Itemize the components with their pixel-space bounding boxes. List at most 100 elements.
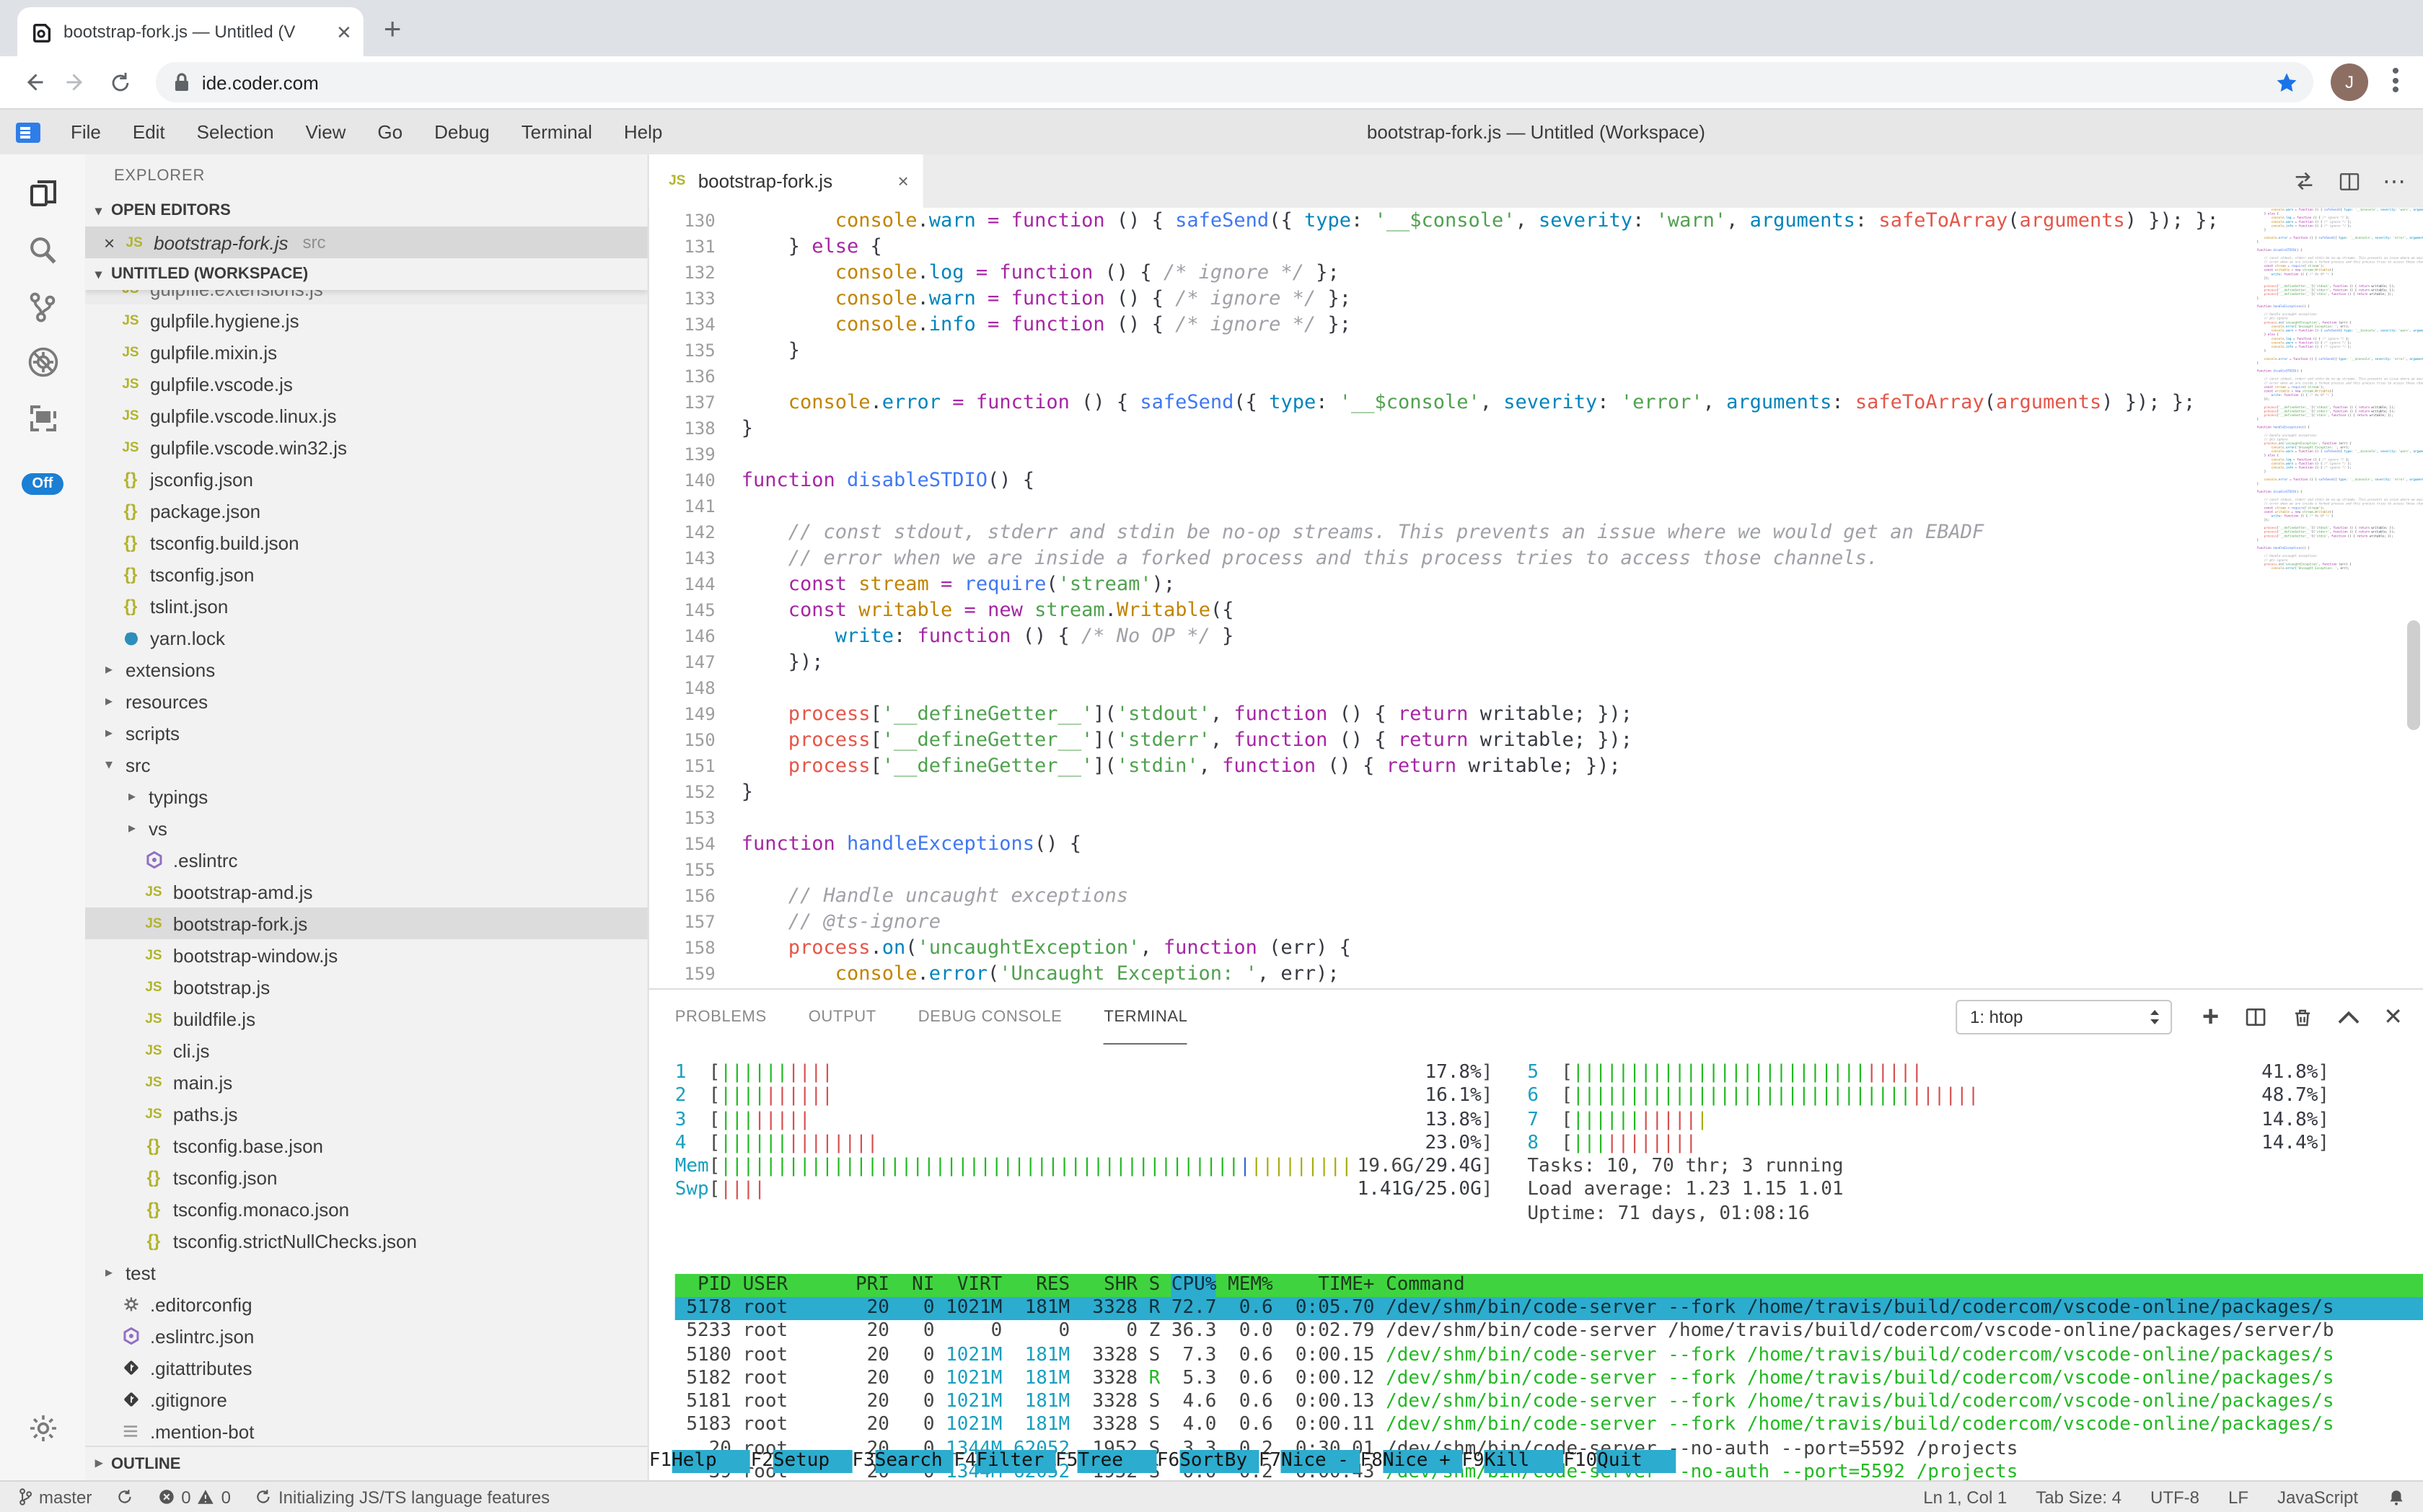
debug-disabled-icon[interactable]: [21, 340, 64, 384]
tree-item-src[interactable]: ▾src: [85, 749, 648, 781]
menu-view[interactable]: View: [290, 121, 362, 143]
tree-item-test[interactable]: ▸test: [85, 1257, 648, 1288]
more-actions-icon[interactable]: ⋯: [2383, 167, 2406, 195]
tree-item-tsconfig.base.json[interactable]: {}tsconfig.base.json: [85, 1130, 648, 1161]
tree-item-yarn.lock[interactable]: yarn.lock: [85, 622, 648, 654]
tree-item-gulpfile.vscode.linux.js[interactable]: JSgulpfile.vscode.linux.js: [85, 400, 648, 431]
settings-gear-icon[interactable]: [21, 1407, 64, 1450]
menu-go[interactable]: Go: [361, 121, 418, 143]
menu-debug[interactable]: Debug: [418, 121, 506, 143]
tree-item-jsconfig.json[interactable]: {}jsconfig.json: [85, 463, 648, 495]
menu-help[interactable]: Help: [608, 121, 678, 143]
back-button[interactable]: [14, 63, 52, 101]
sync-status[interactable]: [115, 1487, 133, 1506]
panel-tab-problems[interactable]: PROBLEMS: [675, 990, 767, 1045]
eol-sequence[interactable]: LF: [2228, 1487, 2248, 1507]
tree-item-.mention-bot[interactable]: .mention-bot: [85, 1415, 648, 1447]
panel-tab-debug-console[interactable]: DEBUG CONSOLE: [918, 990, 1063, 1045]
open-editor-item[interactable]: × JS bootstrap-fork.js src: [85, 227, 648, 258]
tree-item-paths.js[interactable]: JSpaths.js: [85, 1098, 648, 1130]
tab-close-icon[interactable]: ✕: [336, 22, 352, 41]
tree-item-vs[interactable]: ▸vs: [85, 812, 648, 844]
editor-tab[interactable]: JS bootstrap-fork.js ×: [649, 154, 923, 208]
tree-item-typings[interactable]: ▸typings: [85, 781, 648, 812]
new-terminal-icon[interactable]: +: [2202, 1003, 2219, 1032]
tree-item-.eslintrc.json[interactable]: .eslintrc.json: [85, 1320, 648, 1352]
encoding[interactable]: UTF-8: [2150, 1487, 2199, 1507]
explorer-icon[interactable]: [21, 172, 64, 215]
panel-tab-terminal[interactable]: TERMINAL: [1104, 990, 1187, 1045]
panel-header: PROBLEMS OUTPUT DEBUG CONSOLE TERMINAL 1: h…: [649, 990, 2423, 1045]
tree-item-.eslintrc[interactable]: .eslintrc: [85, 844, 648, 876]
tree-item-tsconfig.json[interactable]: {}tsconfig.json: [85, 1161, 648, 1193]
tree-item-tsconfig.build.json[interactable]: {}tsconfig.build.json: [85, 527, 648, 558]
forward-button[interactable]: [58, 63, 95, 101]
menu-terminal[interactable]: Terminal: [506, 121, 608, 143]
editor-tab-close-icon[interactable]: ×: [897, 170, 908, 192]
workspace-section[interactable]: ▾ UNTITLED (WORKSPACE): [85, 258, 648, 290]
avatar[interactable]: J: [2331, 63, 2368, 101]
menu-selection[interactable]: Selection: [181, 121, 290, 143]
tree-item-gulpfile.vscode.js[interactable]: JSgulpfile.vscode.js: [85, 368, 648, 400]
tree-item-bootstrap-amd.js[interactable]: JSbootstrap-amd.js: [85, 876, 648, 907]
language-status-message[interactable]: Initializing JS/TS language features: [254, 1487, 550, 1507]
js-file-icon: JS: [143, 1074, 164, 1090]
close-panel-icon[interactable]: ✕: [2383, 1003, 2403, 1032]
menu-edit[interactable]: Edit: [117, 121, 181, 143]
tree-item-bootstrap.js[interactable]: JSbootstrap.js: [85, 971, 648, 1003]
tree-item-.gitignore[interactable]: .gitignore: [85, 1384, 648, 1415]
kill-terminal-icon[interactable]: [2291, 1005, 2313, 1029]
split-terminal-icon[interactable]: [2243, 1006, 2266, 1029]
compare-changes-icon[interactable]: [2292, 169, 2316, 193]
tree-item-scripts[interactable]: ▸scripts: [85, 717, 648, 749]
preview-layout-icon[interactable]: [21, 397, 64, 440]
browser-menu-icon[interactable]: •••: [2385, 68, 2406, 97]
tree-item-tslint.json[interactable]: {}tslint.json: [85, 590, 648, 622]
indentation[interactable]: Tab Size: 4: [2036, 1487, 2121, 1507]
tree-item-cli.js[interactable]: JScli.js: [85, 1034, 648, 1066]
tree-item-bootstrap-fork.js[interactable]: JSbootstrap-fork.js: [85, 907, 648, 939]
cursor-position[interactable]: Ln 1, Col 1: [1923, 1487, 2007, 1507]
tree-item-tsconfig.monaco.json[interactable]: {}tsconfig.monaco.json: [85, 1193, 648, 1225]
panel-tab-output[interactable]: OUTPUT: [809, 990, 876, 1045]
problems-status[interactable]: 0 0: [157, 1487, 231, 1507]
tree-item-buildfile.js[interactable]: JSbuildfile.js: [85, 1003, 648, 1034]
reload-button[interactable]: [101, 63, 138, 101]
browser-tab[interactable]: bootstrap-fork.js — Untitled (V ✕: [17, 7, 364, 56]
terminal[interactable]: 1 [||||||||||17.8%]5 [||||||||||||||||||…: [649, 1045, 2423, 1480]
close-icon[interactable]: ×: [104, 232, 115, 253]
menu-file[interactable]: File: [55, 121, 117, 143]
code-editor[interactable]: 130 console.warn = function () { safeSen…: [649, 208, 2423, 988]
tree-item-gulpfile.vscode.win32.js[interactable]: JSgulpfile.vscode.win32.js: [85, 431, 648, 463]
tree-item-bootstrap-window.js[interactable]: JSbootstrap-window.js: [85, 939, 648, 971]
new-tab-button[interactable]: +: [384, 14, 402, 45]
outline-section[interactable]: ▸ OUTLINE: [85, 1446, 648, 1480]
search-icon[interactable]: [21, 228, 64, 271]
split-editor-icon[interactable]: [2338, 170, 2361, 193]
tree-item-clipped[interactable]: JSgulpfile.extensions.js: [85, 290, 648, 304]
tree-item-.gitattributes[interactable]: .gitattributes: [85, 1352, 648, 1384]
off-toggle-badge[interactable]: Off: [22, 473, 63, 495]
app-logo-icon[interactable]: [16, 122, 40, 142]
tree-item-main.js[interactable]: JSmain.js: [85, 1066, 648, 1098]
htop-fkey-f3: F3Search: [852, 1449, 954, 1473]
url-bar[interactable]: ide.coder.com: [156, 62, 2313, 102]
source-control-icon[interactable]: [21, 284, 64, 328]
tree-item-gulpfile.mixin.js[interactable]: JSgulpfile.mixin.js: [85, 336, 648, 368]
tree-item-extensions[interactable]: ▸extensions: [85, 654, 648, 685]
minimap[interactable]: console.warn = function () { safeSend({ …: [2253, 208, 2423, 988]
tree-item-gulpfile.hygiene.js[interactable]: JSgulpfile.hygiene.js: [85, 304, 648, 336]
maximize-panel-icon[interactable]: [2337, 1010, 2359, 1024]
tree-item-tsconfig.json[interactable]: {}tsconfig.json: [85, 558, 648, 590]
notifications-bell-icon[interactable]: [2387, 1487, 2406, 1507]
tree-item-resources[interactable]: ▸resources: [85, 685, 648, 717]
language-mode[interactable]: JavaScript: [2277, 1487, 2358, 1507]
git-branch-status[interactable]: master: [17, 1487, 92, 1507]
tree-item-package.json[interactable]: {}package.json: [85, 495, 648, 527]
terminal-select[interactable]: 1: htop: [1956, 1000, 2172, 1034]
open-editors-section[interactable]: ▾ OPEN EDITORS: [85, 195, 648, 227]
bookmark-star-icon[interactable]: [2274, 70, 2299, 94]
tree-item-tsconfig.strictNullChecks.json[interactable]: {}tsconfig.strictNullChecks.json: [85, 1225, 648, 1257]
editor-scrollbar[interactable]: [2407, 620, 2420, 730]
tree-item-.editorconfig[interactable]: .editorconfig: [85, 1288, 648, 1320]
